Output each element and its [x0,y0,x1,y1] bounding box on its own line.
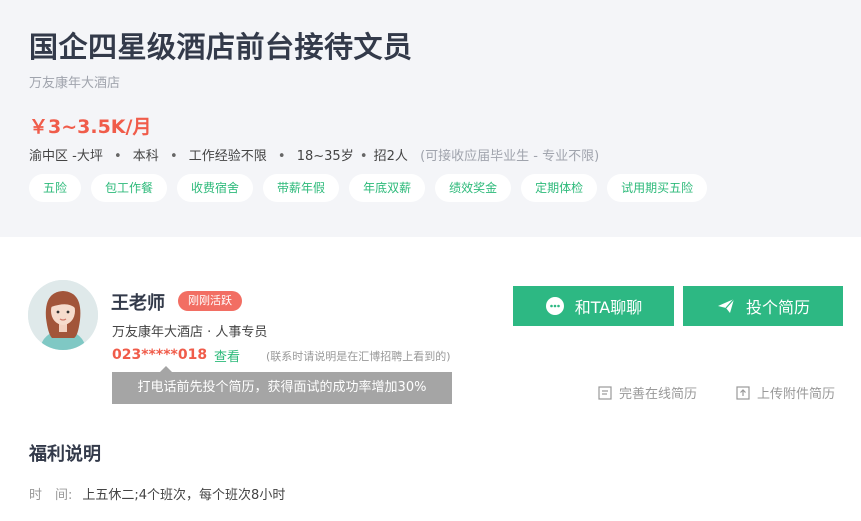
document-icon [598,385,612,400]
chat-button-label: 和TA聊聊 [574,298,643,317]
job-header: 国企四星级酒店前台接待文员 万友康年大酒店 ￥3~3.5K/月 渝中区 -大坪 … [0,0,861,237]
job-title: 国企四星级酒店前台接待文员 [29,30,413,64]
meta-note: (可接收应届毕业生 - 专业不限) [420,149,600,164]
separator: • [169,149,178,164]
age-range: 18~35岁 [296,149,354,164]
improve-resume-link[interactable]: 完善在线简历 [598,383,697,402]
apply-tip-tooltip: 打电话前先投个简历，获得面试的成功率增加30% [112,366,452,404]
benefit-tags: 五险 包工作餐 收费宿舍 带薪年假 年底双薪 绩效奖金 定期体检 试用期买五险 [29,174,708,202]
avatar-illustration [28,280,98,350]
benefit-tag: 定期体检 [521,174,598,202]
send-icon [717,298,735,313]
contact-section: 王老师 刚刚活跃 万友康年大酒店 · 人事专员 023*****018 查看 (… [0,237,861,521]
job-meta: 渝中区 -大坪 • 本科 • 工作经验不限 • 18~35岁 • 招2人 (可接… [29,145,599,164]
salary: ￥3~3.5K/月 [29,116,152,138]
separator: • [113,149,122,164]
work-time-label: 时 间: [29,488,73,503]
benefit-tag: 带薪年假 [263,174,340,202]
improve-resume-label: 完善在线简历 [619,387,698,402]
benefit-tag: 包工作餐 [91,174,168,202]
recruiter-name: 王老师 [111,293,165,314]
benefit-tag: 年底双薪 [349,174,426,202]
chat-icon [545,297,564,315]
upload-resume-label: 上传附件简历 [757,387,836,402]
experience: 工作经验不限 [188,149,267,164]
recruiter-role: 万友康年大酒店 · 人事专员 [112,325,268,340]
work-time-value: 上五休二;4个班次，每个班次8小时 [82,488,286,503]
location: 渝中区 -大坪 [29,149,103,164]
apply-button[interactable]: 投个简历 [683,286,843,326]
separator: • [277,149,286,164]
apply-button-label: 投个简历 [745,298,810,317]
benefit-tag: 五险 [29,174,82,202]
company-name[interactable]: 万友康年大酒店 [29,72,120,91]
view-phone-link[interactable]: 查看 [214,346,240,365]
benefit-tag: 收费宿舍 [177,174,254,202]
phone-number: 023*****018 [112,347,208,363]
upload-icon [736,385,750,400]
separator: • [359,149,368,164]
avatar [28,280,98,350]
benefit-tag: 绩效奖金 [435,174,512,202]
upload-resume-link[interactable]: 上传附件简历 [736,383,835,402]
phone-note: (联系时请说明是在汇博招聘上看到的) [266,350,451,363]
education: 本科 [132,149,159,164]
welfare-title: 福利说明 [29,444,101,465]
chat-button[interactable]: 和TA聊聊 [513,286,674,326]
headcount: 招2人 [373,149,408,164]
work-time-row: 时 间: 上五休二;4个班次，每个班次8小时 [29,484,285,503]
benefit-tag: 试用期买五险 [607,174,708,202]
active-badge: 刚刚活跃 [178,291,242,311]
